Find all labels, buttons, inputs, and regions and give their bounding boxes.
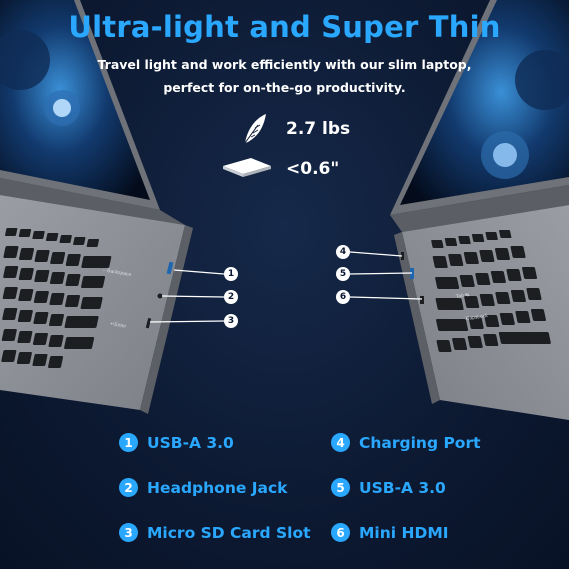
callout-badge-5: 5 [336, 267, 350, 281]
thin-slab-icon [223, 158, 271, 177]
port-audio [157, 293, 163, 299]
subtitle-line-1: Travel light and work efficiently with o… [97, 57, 472, 72]
thickness-value: <0.6" [286, 159, 340, 179]
product-banner: ←Backspace ↵Enter Tab ↹ CapsLock Ultra-l… [0, 0, 569, 569]
callout-badge-1: 1 [224, 267, 238, 281]
port-label: Micro SD Card Slot [147, 523, 311, 542]
port-label: Charging Port [359, 433, 481, 452]
callout-badge-4: 4 [336, 245, 350, 259]
page-title: Ultra-light and Super Thin [68, 10, 501, 44]
port-number-badge: 2 [119, 478, 138, 497]
port-legend-item: 4 Charging Port [331, 433, 481, 452]
port-legend-item: 6 Mini HDMI [331, 523, 449, 542]
subtitle-line-2: perfect for on-the-go productivity. [163, 80, 406, 95]
port-hdmi [420, 296, 424, 304]
port-legend-item: 3 Micro SD Card Slot [119, 523, 311, 542]
port-label: USB-A 3.0 [147, 433, 234, 452]
port-number-badge: 1 [119, 433, 138, 452]
port-number-badge: 4 [331, 433, 350, 452]
port-number-badge: 6 [331, 523, 350, 542]
callout-badge-2: 2 [224, 290, 238, 304]
port-label: Mini HDMI [359, 523, 449, 542]
port-legend-item: 5 USB-A 3.0 [331, 478, 446, 497]
port-number-badge: 3 [119, 523, 138, 542]
port-number-badge: 5 [331, 478, 350, 497]
weight-value: 2.7 lbs [286, 119, 351, 139]
feather-icon [244, 114, 266, 144]
port-label: Headphone Jack [147, 478, 288, 497]
port-legend-item: 1 USB-A 3.0 [119, 433, 234, 452]
callout-badge-3: 3 [224, 314, 238, 328]
port-label: USB-A 3.0 [359, 478, 446, 497]
callout-badge-6: 6 [336, 290, 350, 304]
port-legend-item: 2 Headphone Jack [119, 478, 287, 497]
